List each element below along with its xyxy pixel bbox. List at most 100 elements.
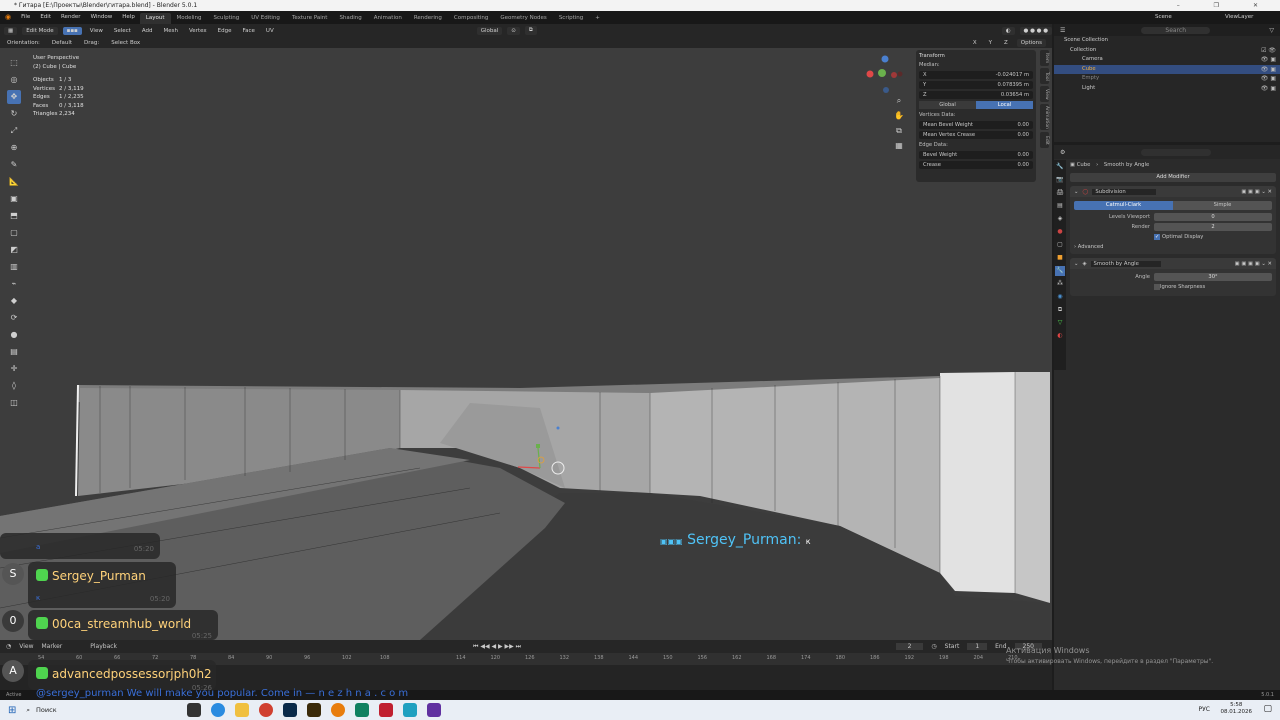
expand-chevron-icon[interactable]: ⌄ bbox=[1074, 189, 1078, 195]
crease-field[interactable]: Crease 0.00 bbox=[919, 161, 1033, 169]
photoshop-icon[interactable] bbox=[283, 703, 298, 717]
camera-view-icon[interactable]: ⧉ bbox=[893, 125, 905, 137]
app-icon[interactable] bbox=[427, 703, 442, 717]
outliner-item-collection[interactable]: Collection ☑ 👁 bbox=[1054, 46, 1280, 56]
tab-texture-paint[interactable]: Texture Paint bbox=[286, 13, 334, 24]
outliner-search[interactable]: Search bbox=[1141, 26, 1211, 34]
tab-shading[interactable]: Shading bbox=[333, 13, 367, 24]
tab-uv-editing[interactable]: UV Editing bbox=[245, 13, 286, 24]
timeline-menu-playback[interactable]: Playback bbox=[90, 643, 117, 650]
app-icon[interactable] bbox=[379, 703, 394, 717]
properties-type-icon[interactable]: ⚙ bbox=[1060, 149, 1065, 156]
menu-mesh[interactable]: Mesh bbox=[160, 28, 180, 34]
orientation-value[interactable]: Default bbox=[49, 40, 75, 46]
particles-tab-icon[interactable]: ⁂ bbox=[1055, 279, 1065, 289]
shear-tool-icon[interactable]: ◊ bbox=[7, 379, 21, 393]
playback-controls[interactable]: ⏮ ◀◀ ◀ ▶ ▶▶ ⏭ bbox=[473, 643, 521, 651]
collection-tab-icon[interactable]: ▢ bbox=[1055, 240, 1065, 250]
tab-view[interactable]: View bbox=[1040, 86, 1049, 102]
menu-select[interactable]: Select bbox=[111, 28, 134, 34]
add-modifier-button[interactable]: Add Modifier bbox=[1070, 173, 1276, 182]
mean-vertex-crease-field[interactable]: Mean Vertex Crease 0.00 bbox=[919, 131, 1033, 139]
pivot-icon[interactable]: ⊙ bbox=[507, 26, 520, 35]
options-button[interactable]: Options bbox=[1016, 38, 1046, 47]
simple-button[interactable]: Simple bbox=[1173, 201, 1272, 210]
mirror-z-toggle[interactable]: Z bbox=[1001, 40, 1011, 46]
window-controls[interactable]: – ❐ ✕ bbox=[1177, 0, 1274, 11]
smooth-by-angle-modifier-header[interactable]: ⌄ ◈ Smooth by Angle ▣ ▣ ▣ ▣ ⌄ ✕ bbox=[1070, 258, 1276, 269]
menu-uv[interactable]: UV bbox=[263, 28, 277, 34]
mode-selector[interactable]: Edit Mode bbox=[22, 26, 58, 35]
subdivision-type-toggle[interactable]: Catmull-Clark Simple bbox=[1074, 201, 1272, 210]
language-indicator[interactable]: РУС bbox=[1199, 706, 1210, 713]
taskbar-search[interactable]: ⌕ Поиск bbox=[22, 703, 142, 717]
select-tool-icon[interactable]: ⬚ bbox=[7, 56, 21, 70]
view-layer-selector[interactable]: ViewLayer bbox=[1220, 11, 1280, 24]
transform-orientation-selector[interactable]: Global bbox=[476, 26, 503, 35]
view-layer-tab-icon[interactable]: ▤ bbox=[1055, 201, 1065, 211]
navigation-gizmo[interactable] bbox=[866, 55, 903, 94]
annotate-tool-icon[interactable]: ✎ bbox=[7, 158, 21, 172]
menu-vertex[interactable]: Vertex bbox=[186, 28, 210, 34]
rip-tool-icon[interactable]: ◫ bbox=[7, 396, 21, 410]
physics-tab-icon[interactable]: ◉ bbox=[1055, 292, 1065, 302]
mean-bevel-weight-field[interactable]: Mean Bevel Weight 0.00 bbox=[919, 121, 1033, 129]
menu-file[interactable]: File bbox=[16, 11, 35, 24]
visibility-eye-icon[interactable]: 👁 ▣ bbox=[1261, 65, 1276, 75]
tab-item[interactable]: Item bbox=[1040, 50, 1049, 66]
blender-logo-icon[interactable]: ◉ bbox=[0, 11, 16, 24]
pan-hand-icon[interactable]: ✋ bbox=[893, 110, 905, 122]
optimal-display-checkbox[interactable]: ✓ Optimal Display bbox=[1074, 232, 1272, 241]
timeline-type-icon[interactable]: ◔ bbox=[6, 643, 11, 650]
select-mode-buttons[interactable]: ▪▪▪ bbox=[62, 26, 82, 35]
median-z-field[interactable]: Z 0.03654 m bbox=[919, 91, 1033, 99]
data-tab-icon[interactable]: ▽ bbox=[1055, 318, 1065, 328]
object-tab-icon[interactable]: ■ bbox=[1055, 253, 1065, 263]
edge-slide-tool-icon[interactable]: ▤ bbox=[7, 345, 21, 359]
outliner-item-light[interactable]: Light 👁 ▣ bbox=[1054, 84, 1280, 94]
tab-compositing[interactable]: Compositing bbox=[448, 13, 494, 24]
grid-view-icon[interactable]: ▦ bbox=[893, 140, 905, 152]
visibility-eye-icon[interactable]: 👁 ▣ bbox=[1261, 55, 1276, 65]
menu-window[interactable]: Window bbox=[86, 11, 118, 24]
material-tab-icon[interactable]: ◐ bbox=[1055, 331, 1065, 341]
visibility-eye-icon[interactable]: 👁 ▣ bbox=[1261, 84, 1276, 94]
render-tab-icon[interactable]: 📷 bbox=[1055, 175, 1065, 185]
tab-geometry-nodes[interactable]: Geometry Nodes bbox=[494, 13, 552, 24]
task-view-icon[interactable] bbox=[187, 703, 202, 717]
bevel-tool-icon[interactable]: ◩ bbox=[7, 243, 21, 257]
tab-tool[interactable]: Tool bbox=[1040, 68, 1049, 84]
measure-tool-icon[interactable]: 📐 bbox=[7, 175, 21, 189]
blender-icon[interactable] bbox=[331, 703, 346, 717]
cursor-tool-icon[interactable]: ◎ bbox=[7, 73, 21, 87]
zoom-icon[interactable]: ⌕ bbox=[893, 95, 905, 107]
tab-sculpting[interactable]: Sculpting bbox=[208, 13, 246, 24]
shading-buttons[interactable]: ● ● ● ● bbox=[1019, 26, 1052, 35]
rotate-tool-icon[interactable]: ↻ bbox=[7, 107, 21, 121]
poly-build-tool-icon[interactable]: ◆ bbox=[7, 294, 21, 308]
tab-animation-side[interactable]: Animation bbox=[1040, 104, 1049, 130]
tab-modeling[interactable]: Modeling bbox=[171, 13, 208, 24]
ignore-sharpness-checkbox[interactable]: Ignore Sharpness bbox=[1074, 282, 1272, 291]
menu-edit[interactable]: Edit bbox=[35, 11, 56, 24]
knife-tool-icon[interactable]: ⌁ bbox=[7, 277, 21, 291]
menu-view[interactable]: View bbox=[87, 28, 106, 34]
loop-cut-tool-icon[interactable]: ▥ bbox=[7, 260, 21, 274]
global-local-toggle[interactable]: Global Local bbox=[919, 101, 1033, 109]
global-button[interactable]: Global bbox=[919, 101, 976, 109]
output-tab-icon[interactable]: 🖨 bbox=[1055, 188, 1065, 198]
tool-tab-icon[interactable]: 🔧 bbox=[1055, 162, 1065, 172]
local-button[interactable]: Local bbox=[976, 101, 1033, 109]
scene-selector[interactable]: Scene bbox=[1150, 11, 1220, 24]
outliner-item-cube[interactable]: Cube 👁 ▣ bbox=[1054, 64, 1280, 75]
add-cube-tool-icon[interactable]: ▣ bbox=[7, 192, 21, 206]
render-levels-field[interactable]: Render 2 bbox=[1074, 222, 1272, 231]
subdivision-name-field[interactable]: Subdivision bbox=[1092, 188, 1156, 195]
smooth-tool-icon[interactable]: ● bbox=[7, 328, 21, 342]
shrink-tool-icon[interactable]: ✛ bbox=[7, 362, 21, 376]
visibility-eye-icon[interactable]: 👁 ▣ bbox=[1261, 74, 1276, 84]
visibility-eye-icon[interactable]: ☑ 👁 bbox=[1261, 46, 1276, 56]
constraints-tab-icon[interactable]: ⧉ bbox=[1055, 305, 1065, 315]
filter-icon[interactable]: ▽ bbox=[1269, 27, 1274, 34]
menu-edge[interactable]: Edge bbox=[215, 28, 235, 34]
